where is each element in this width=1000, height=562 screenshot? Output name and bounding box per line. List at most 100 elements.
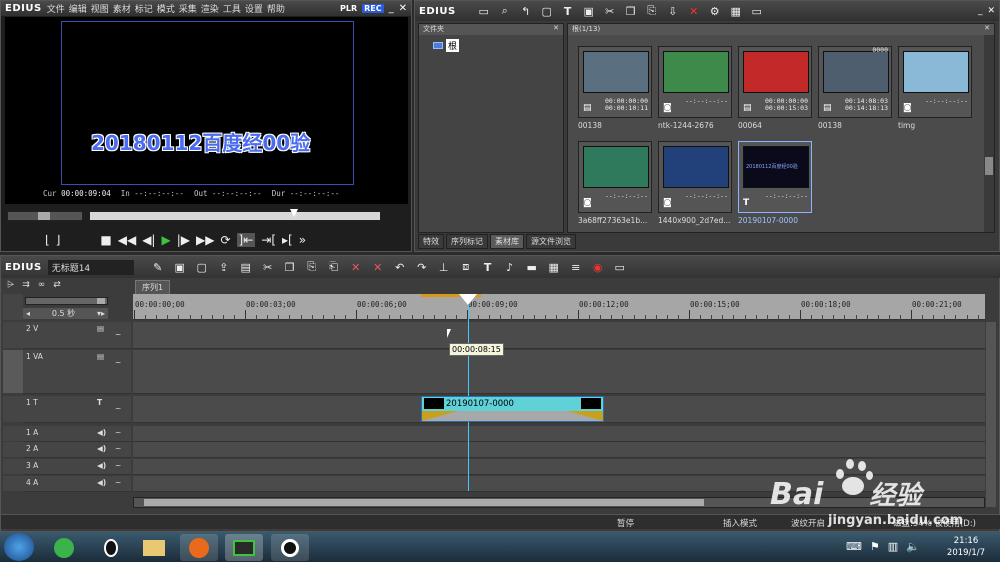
bin-tab[interactable]: 特效: [418, 234, 444, 249]
menu-item[interactable]: 素材: [113, 2, 131, 15]
tool-icon[interactable]: ✎: [150, 259, 166, 275]
tl-paste-icon[interactable]: ⎘: [304, 259, 320, 275]
track-header[interactable]: 4 A ◀) ~: [23, 476, 131, 492]
menu-item[interactable]: 帮助: [267, 2, 285, 15]
track-header[interactable]: 2 A ◀) ~: [23, 442, 131, 458]
taskbar-360-icon[interactable]: [45, 534, 83, 561]
clip-thumbnail[interactable]: --:--:--:-- ◙: [898, 46, 972, 118]
record-icon[interactable]: ◉: [590, 259, 606, 275]
root-folder-item[interactable]: 根: [433, 39, 563, 52]
start-button[interactable]: [4, 533, 34, 561]
bin-tab[interactable]: 序列标记: [446, 234, 488, 249]
menu-item[interactable]: 视图: [91, 2, 109, 15]
zoom-slider[interactable]: [25, 297, 108, 305]
waveform-icon[interactable]: ~: [115, 330, 121, 339]
position-bar[interactable]: [89, 209, 381, 221]
title-track-icon[interactable]: T: [97, 398, 102, 407]
plr-button[interactable]: PLR: [340, 4, 357, 13]
clip-thumbnail[interactable]: --:--:--:-- ◙: [658, 46, 732, 118]
clip-thumbnail[interactable]: 20180112百度经00验 --:--:--:-- T: [738, 141, 812, 213]
trim-button[interactable]: ▸[: [282, 233, 293, 247]
track-toggle[interactable]: [3, 350, 23, 393]
ripple-delete-icon[interactable]: ✕: [348, 259, 364, 275]
clip-thumbnail[interactable]: 00:00:00:00 00:00:15:03 ▤: [738, 46, 812, 118]
save-icon[interactable]: ▤: [238, 259, 254, 275]
fade-out-handle[interactable]: [567, 411, 603, 421]
track-mode-icon[interactable]: ⩥: [7, 280, 14, 290]
mark-in-button[interactable]: ⌊: [45, 233, 50, 247]
cut-icon[interactable]: ✂: [602, 3, 618, 19]
loop-button[interactable]: ⟳: [220, 233, 230, 247]
speaker-icon[interactable]: ◀): [97, 444, 106, 453]
new-sequence-icon[interactable]: ▢: [194, 259, 210, 275]
track-header[interactable]: 1 VA ▤ ~: [23, 350, 131, 394]
speaker-icon[interactable]: ◀): [97, 461, 106, 470]
add-to-timeline-icon[interactable]: ⇩: [665, 3, 681, 19]
video-track-icon[interactable]: ▤: [97, 324, 104, 333]
bin-scrollbar[interactable]: [984, 35, 994, 232]
track-toggle[interactable]: [3, 426, 23, 441]
expand-icon[interactable]: »: [299, 233, 306, 247]
menu-item[interactable]: 模式: [157, 2, 175, 15]
waveform-icon[interactable]: ~: [115, 444, 121, 453]
waveform-icon[interactable]: ~: [115, 461, 121, 470]
mixer-icon[interactable]: ≡: [568, 259, 584, 275]
clip-thumbnail[interactable]: --:--:--:-- ◙: [578, 141, 652, 213]
track-toggle[interactable]: [3, 476, 23, 491]
link-icon[interactable]: ⧈: [458, 259, 474, 275]
step-back-button[interactable]: ◀|: [142, 233, 155, 247]
position-marker[interactable]: [290, 209, 298, 217]
track-toggle[interactable]: [3, 442, 23, 457]
timeline-ruler[interactable]: 00:00:00;00 00:00:03;00 00:00:06;00 00:00:0…: [133, 294, 1000, 320]
render-icon[interactable]: ▬: [524, 259, 540, 275]
menu-item[interactable]: 工具: [223, 2, 241, 15]
menu-item[interactable]: 采集: [179, 2, 197, 15]
menu-item[interactable]: 文件: [47, 2, 65, 15]
folder-icon[interactable]: ▭: [476, 3, 492, 19]
snapshot-icon[interactable]: ▣: [172, 259, 188, 275]
track-sync-icon[interactable]: ⇉: [22, 280, 30, 290]
track-toggle[interactable]: [3, 322, 23, 348]
title-icon[interactable]: T: [480, 259, 496, 275]
track-link-icon[interactable]: ∞: [38, 280, 46, 290]
close-icon[interactable]: ✕: [399, 3, 411, 14]
speaker-icon[interactable]: ◀): [97, 428, 106, 437]
window-icon[interactable]: ▭: [749, 3, 765, 19]
minimize-icon[interactable]: _: [389, 3, 394, 14]
grid-icon[interactable]: ▦: [546, 259, 562, 275]
add-title-icon[interactable]: T: [560, 3, 576, 19]
taskbar-record-icon[interactable]: [271, 534, 309, 561]
mic-icon[interactable]: ♪: [502, 259, 518, 275]
fade-in-handle[interactable]: [422, 411, 458, 421]
track-header[interactable]: 2 V ▤ ~: [23, 322, 131, 349]
rewind-button[interactable]: ◀◀: [118, 233, 136, 247]
replace-icon[interactable]: ⎗: [326, 259, 342, 275]
track-header[interactable]: 3 A ◀) ~: [23, 459, 131, 475]
overwrite-button[interactable]: ⇥[: [261, 233, 276, 247]
taskbar-edius-icon[interactable]: [225, 534, 263, 561]
undo-icon[interactable]: ↶: [392, 259, 408, 275]
insert-button[interactable]: ]⇤: [236, 233, 256, 247]
taskbar-firefox-icon[interactable]: [180, 534, 218, 561]
bin-tab[interactable]: 源文件浏览: [526, 234, 576, 249]
up-folder-icon[interactable]: ↰: [518, 3, 534, 19]
layout-icon[interactable]: ▭: [612, 259, 628, 275]
track-lane[interactable]: [133, 322, 985, 349]
capture-icon[interactable]: ▣: [581, 3, 597, 19]
speaker-icon[interactable]: ◀): [97, 478, 106, 487]
taskbar-qq-icon[interactable]: [92, 534, 130, 561]
track-lane[interactable]: [133, 350, 985, 394]
vertical-scrollbar[interactable]: [986, 322, 996, 507]
view-mode-icon[interactable]: ▦: [728, 3, 744, 19]
track-header[interactable]: 1 A ◀) ~: [23, 426, 131, 442]
clip-panel-close-icon[interactable]: ✕: [984, 24, 990, 35]
track-lane[interactable]: [133, 426, 985, 442]
properties-icon[interactable]: ⚙: [707, 3, 723, 19]
video-track-icon[interactable]: ▤: [97, 352, 104, 361]
copy-icon[interactable]: ❐: [623, 3, 639, 19]
play-button[interactable]: ▶: [161, 233, 170, 247]
stop-button[interactable]: ■: [100, 233, 111, 247]
waveform-icon[interactable]: ~: [115, 404, 121, 413]
menu-item[interactable]: 标记: [135, 2, 153, 15]
menu-item[interactable]: 编辑: [69, 2, 87, 15]
